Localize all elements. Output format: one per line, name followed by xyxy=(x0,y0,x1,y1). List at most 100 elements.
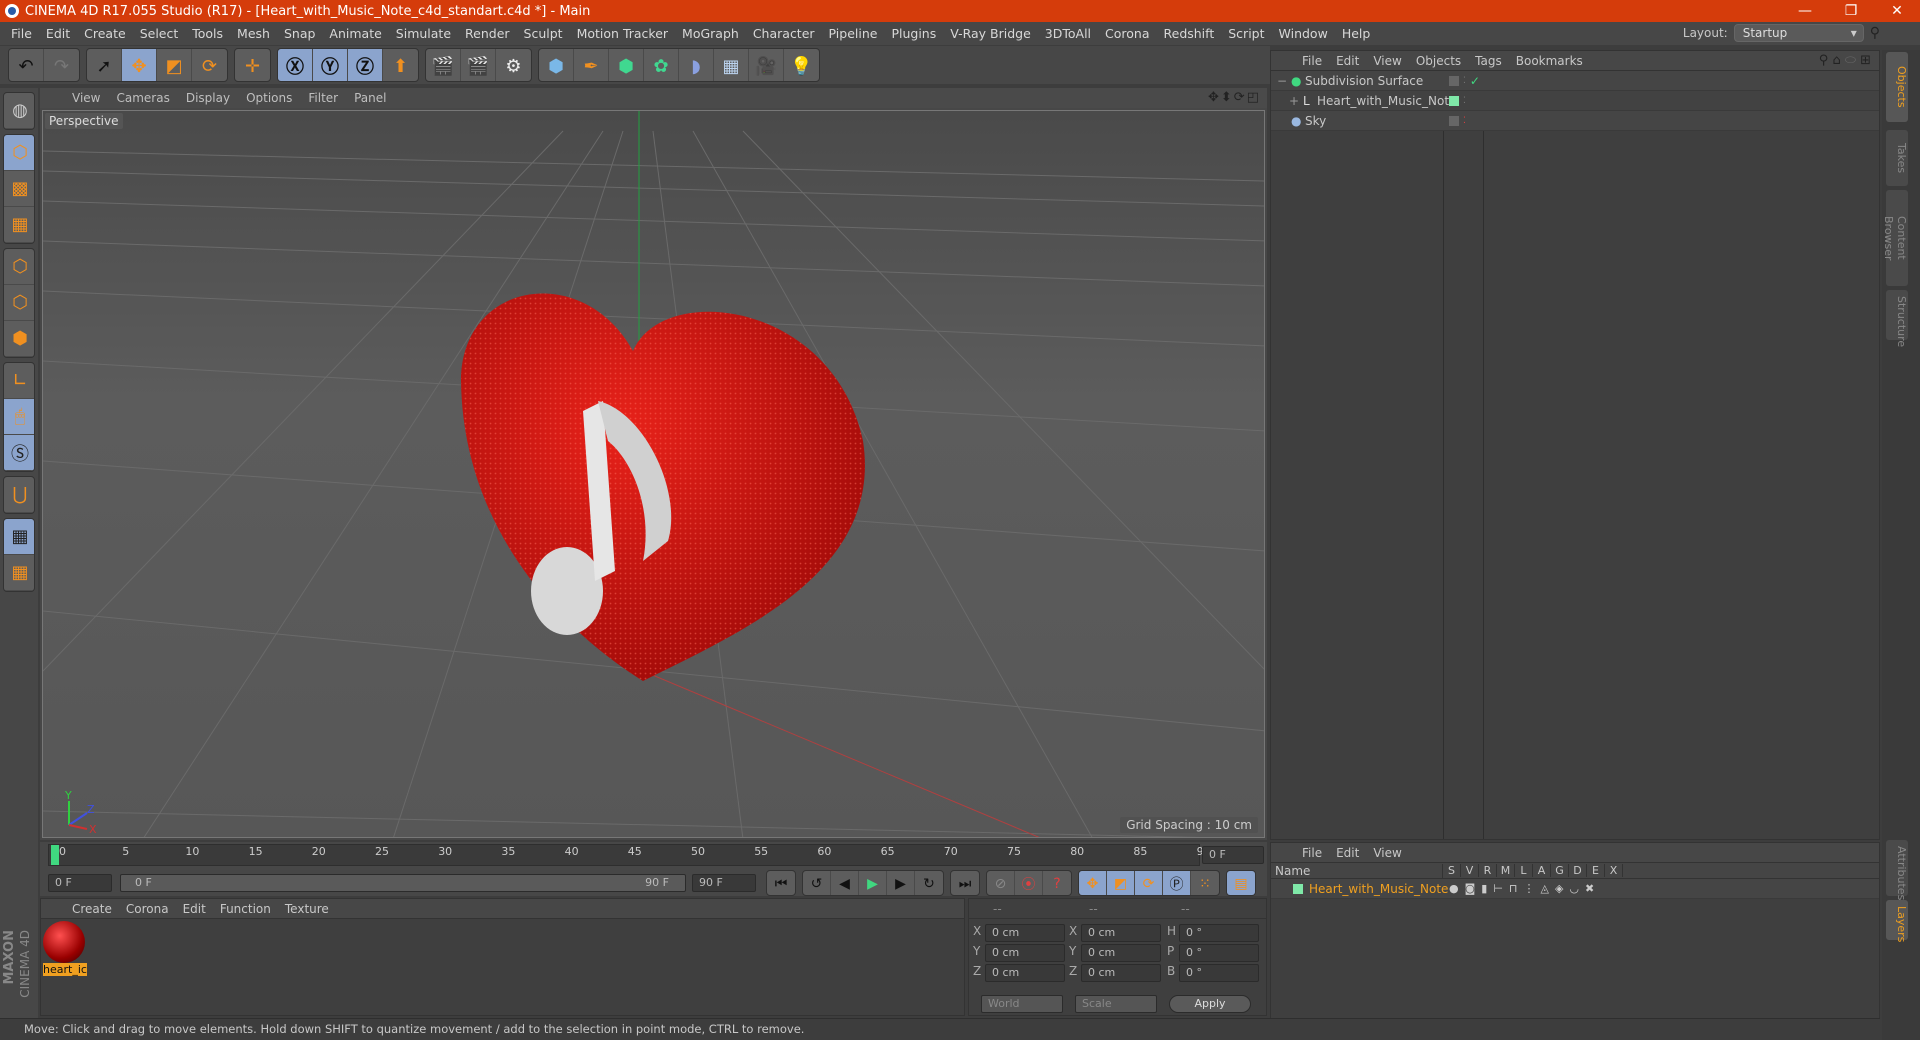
maximize-view-icon[interactable]: ◰ xyxy=(1247,90,1261,105)
viewport-menu-cameras[interactable]: Cameras xyxy=(108,91,177,105)
edges-mode-icon[interactable]: ⬡ xyxy=(4,285,34,321)
object-row[interactable]: − ● Subdivision Surface ⁚ ✓ xyxy=(1271,71,1879,91)
render-picture-viewer-icon[interactable]: 🎬 xyxy=(461,49,496,81)
menu-help[interactable]: Help xyxy=(1335,26,1378,41)
coord-field-v2[interactable]: 0 cm xyxy=(1081,924,1161,942)
key-parameter-icon[interactable]: Ⓟ xyxy=(1163,871,1191,895)
snap-magnet-icon[interactable]: ⋃ xyxy=(4,477,34,513)
make-editable-icon[interactable]: ◍ xyxy=(4,93,34,129)
layer-column-s[interactable]: S xyxy=(1443,864,1461,877)
viewport-camera-label[interactable]: Perspective xyxy=(45,113,123,129)
menu-v-ray-bridge[interactable]: V-Ray Bridge xyxy=(943,26,1038,41)
layer-color-swatch[interactable] xyxy=(1293,883,1303,894)
viewport-menu-panel[interactable]: Panel xyxy=(346,91,394,105)
objects-menu-edit[interactable]: Edit xyxy=(1329,54,1366,68)
coord-mode-dropdown[interactable]: World xyxy=(981,995,1063,1013)
floor-icon[interactable]: ▦ xyxy=(714,49,749,81)
menu-plugins[interactable]: Plugins xyxy=(884,26,943,41)
objects-menu-view[interactable]: View xyxy=(1366,54,1408,68)
texture-mode-icon[interactable]: ▩ xyxy=(4,171,34,207)
live-selection-icon[interactable]: ✛ xyxy=(235,49,270,81)
menu-edit[interactable]: Edit xyxy=(39,26,77,41)
side-tab-structure[interactable]: Structure xyxy=(1886,290,1908,347)
object-row[interactable]: ● Sky ⁚ xyxy=(1271,111,1879,131)
layer-column-d[interactable]: D xyxy=(1569,864,1587,877)
key-scale-icon[interactable]: ◩ xyxy=(1107,871,1135,895)
menu-snap[interactable]: Snap xyxy=(277,26,322,41)
home-icon[interactable]: ⌂ xyxy=(1832,53,1840,68)
play-icon[interactable]: ▶ xyxy=(859,871,887,895)
expand-toggle[interactable]: + xyxy=(1289,94,1299,108)
x-axis-icon[interactable]: Ⓧ xyxy=(278,49,313,81)
side-tab-attributes[interactable]: Attributes xyxy=(1886,840,1908,900)
coord-field-v3[interactable]: 0 ° xyxy=(1179,944,1259,962)
coord-field-v1[interactable]: 0 cm xyxy=(985,924,1065,942)
layout-dropdown[interactable]: Startup xyxy=(1733,24,1864,42)
objects-menu-objects[interactable]: Objects xyxy=(1409,54,1468,68)
layer-column-r[interactable]: R xyxy=(1479,864,1497,877)
frame-range-slider[interactable]: 0 F 90 F xyxy=(120,874,686,892)
viewport-menu-filter[interactable]: Filter xyxy=(300,91,346,105)
viewport-menu-view[interactable]: View xyxy=(64,91,108,105)
y-axis-icon[interactable]: Ⓨ xyxy=(313,49,348,81)
object-name[interactable]: Sky xyxy=(1305,114,1326,128)
menu-create[interactable]: Create xyxy=(77,26,133,41)
material-menu-texture[interactable]: Texture xyxy=(278,902,336,916)
layers-menu-edit[interactable]: Edit xyxy=(1329,846,1366,860)
layer-column-g[interactable]: G xyxy=(1551,864,1569,877)
expand-toggle[interactable]: − xyxy=(1277,74,1287,88)
move-tool-icon[interactable]: ✥ xyxy=(122,49,157,81)
record-keyframe-icon[interactable]: ⦿ xyxy=(1015,871,1043,895)
layer-column-name[interactable]: Name xyxy=(1271,863,1443,878)
coord-field-v1[interactable]: 0 cm xyxy=(985,964,1065,982)
polygons-mode-icon[interactable]: ⬢ xyxy=(4,321,34,357)
menu-redshift[interactable]: Redshift xyxy=(1157,26,1222,41)
layer-column-x[interactable]: X xyxy=(1605,864,1623,877)
menu-motion-tracker[interactable]: Motion Tracker xyxy=(570,26,675,41)
workplane-align-icon[interactable]: ▦ xyxy=(4,555,34,591)
close-button[interactable]: ✕ xyxy=(1874,0,1920,22)
layer-color-swatch[interactable] xyxy=(1449,95,1459,106)
coord-field-v3[interactable]: 0 ° xyxy=(1179,924,1259,942)
menu-animate[interactable]: Animate xyxy=(322,26,388,41)
display-toggle-icon[interactable] xyxy=(1449,75,1459,86)
render-view-icon[interactable]: 🎬 xyxy=(426,49,461,81)
3d-viewport[interactable]: Y Z X Perspective Grid Spacing : 10 cm xyxy=(42,110,1265,838)
visibility-dots-icon[interactable]: ⁚ xyxy=(1463,76,1466,86)
go-to-start-icon[interactable]: ⏮ xyxy=(767,871,795,895)
pan-icon[interactable]: ✥ xyxy=(1208,90,1221,105)
key-pla-icon[interactable]: ⁙ xyxy=(1191,871,1219,895)
objects-menu-tags[interactable]: Tags xyxy=(1468,54,1509,68)
search-icon[interactable]: ⚲ xyxy=(1819,53,1829,68)
material-menu-function[interactable]: Function xyxy=(213,902,278,916)
layer-column-a[interactable]: A xyxy=(1533,864,1551,877)
objects-menu-bookmarks[interactable]: Bookmarks xyxy=(1509,54,1590,68)
layer-column-v[interactable]: V xyxy=(1461,864,1479,877)
new-window-icon[interactable]: ⊞ xyxy=(1860,53,1871,68)
end-frame-field[interactable]: 90 F xyxy=(692,874,756,892)
menu-3dtoall[interactable]: 3DToAll xyxy=(1038,26,1098,41)
object-row[interactable]: + L Heart_with_Music_Note ⁚ xyxy=(1271,91,1879,111)
z-axis-icon[interactable]: Ⓩ xyxy=(348,49,383,81)
go-to-end-icon[interactable]: ⏭ xyxy=(951,871,979,895)
orbit-icon[interactable]: ⟳ xyxy=(1234,90,1247,105)
axis-mode-icon[interactable]: ∟ xyxy=(4,363,34,399)
layer-name[interactable]: Heart_with_Music_Note xyxy=(1309,882,1448,896)
current-frame-field[interactable]: 0 F xyxy=(1202,846,1264,864)
menu-mesh[interactable]: Mesh xyxy=(230,26,277,41)
coordinate-system-icon[interactable]: ⬆ xyxy=(383,49,418,81)
coord-field-v2[interactable]: 0 cm xyxy=(1081,964,1161,982)
points-mode-icon[interactable]: ⬡ xyxy=(4,249,34,285)
key-rotation-icon[interactable]: ⟳ xyxy=(1135,871,1163,895)
render-settings-icon[interactable]: ⚙ xyxy=(496,49,531,81)
key-position-icon[interactable]: ✥ xyxy=(1079,871,1107,895)
menu-file[interactable]: File xyxy=(4,26,39,41)
menu-sculpt[interactable]: Sculpt xyxy=(517,26,570,41)
start-frame-field[interactable]: 0 F xyxy=(48,874,112,892)
menu-select[interactable]: Select xyxy=(133,26,186,41)
menu-render[interactable]: Render xyxy=(458,26,517,41)
menu-character[interactable]: Character xyxy=(746,26,822,41)
layer-column-l[interactable]: L xyxy=(1515,864,1533,877)
side-tab-layers[interactable]: Layers xyxy=(1886,900,1908,942)
menu-script[interactable]: Script xyxy=(1221,26,1271,41)
